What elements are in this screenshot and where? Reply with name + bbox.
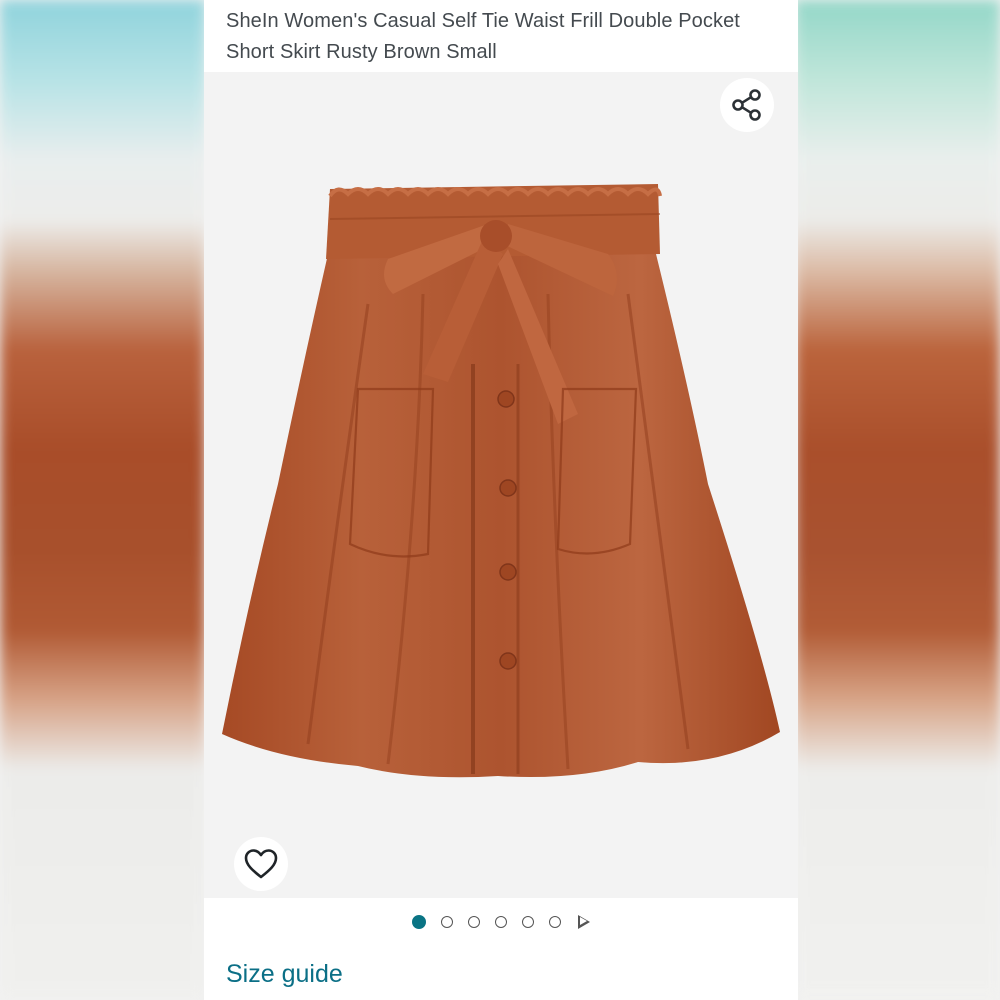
product-image bbox=[222, 184, 780, 778]
gallery-dot[interactable] bbox=[441, 916, 453, 928]
gallery-dot[interactable] bbox=[468, 916, 480, 928]
blurred-backdrop-left bbox=[0, 0, 205, 1000]
size-guide-link[interactable]: Size guide bbox=[226, 960, 343, 989]
wishlist-button[interactable] bbox=[234, 837, 288, 891]
share-icon bbox=[732, 89, 761, 121]
gallery-dot[interactable] bbox=[522, 916, 534, 928]
gallery-dot[interactable] bbox=[549, 916, 561, 928]
video-play-icon[interactable] bbox=[578, 915, 590, 929]
share-button[interactable] bbox=[720, 78, 774, 132]
gallery-dot[interactable] bbox=[412, 915, 426, 929]
blurred-backdrop-right bbox=[795, 0, 1000, 1000]
gallery-pagination bbox=[204, 910, 798, 934]
gallery-dot[interactable] bbox=[495, 916, 507, 928]
product-panel: SheIn Women's Casual Self Tie Waist Fril… bbox=[204, 0, 798, 1000]
product-image-gallery[interactable] bbox=[204, 72, 798, 898]
product-title: SheIn Women's Casual Self Tie Waist Fril… bbox=[226, 10, 740, 63]
heart-icon bbox=[244, 849, 278, 879]
